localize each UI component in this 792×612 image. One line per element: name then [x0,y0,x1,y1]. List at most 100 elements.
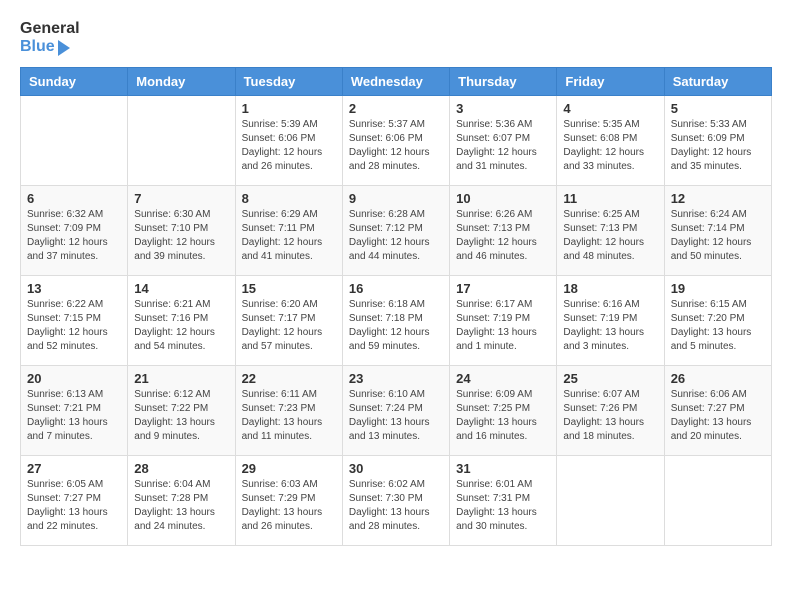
day-number: 10 [456,191,550,206]
day-of-week-header: Monday [128,67,235,95]
calendar-cell: 17Sunrise: 6:17 AM Sunset: 7:19 PM Dayli… [450,275,557,365]
calendar-cell: 25 Sunrise: 6:07 AM Sunset: 7:26 PM Dayli… [557,365,664,455]
logo-general-text: General [20,20,80,38]
day-info: Sunrise: 5:33 AM Sunset: 6:09 PM Dayligh… [671,118,765,174]
day-info: Sunrise: 6:06 AM Sunset: 7:27 PM Dayligh… [671,388,765,444]
day-info: Sunrise: 6:02 AM Sunset: 7:30 PM Dayligh… [349,478,443,534]
day-number: 16 [349,281,443,296]
day-info: Sunrise: 6:24 AM Sunset: 7:14 PM Dayligh… [671,208,765,264]
day-number: 20 [27,371,121,386]
day-of-week-header: Sunday [21,67,128,95]
day-of-week-header: Saturday [664,67,771,95]
calendar-cell: 29 Sunrise: 6:03 AM Sunset: 7:29 PM Dayli… [235,455,342,545]
day-number: 7 [134,191,228,206]
day-of-week-header: Wednesday [342,67,449,95]
calendar-week-row: 27 Sunrise: 6:05 AM Sunset: 7:27 PM Dayli… [21,455,772,545]
day-info: Sunrise: 6:18 AM Sunset: 7:18 PM Dayligh… [349,298,443,354]
day-number: 18 [563,281,657,296]
calendar-cell: 31 Sunrise: 6:01 AM Sunset: 7:31 PM Dayli… [450,455,557,545]
day-number: 13 [27,281,121,296]
day-number: 4 [563,101,657,116]
day-info: Sunrise: 6:15 AM Sunset: 7:20 PM Dayligh… [671,298,765,354]
day-number: 6 [27,191,121,206]
day-info: Sunrise: 6:25 AM Sunset: 7:13 PM Dayligh… [563,208,657,264]
calendar-table: SundayMondayTuesdayWednesdayThursdayFrid… [20,67,772,546]
day-info: Sunrise: 6:29 AM Sunset: 7:11 PM Dayligh… [242,208,336,264]
day-number: 30 [349,461,443,476]
day-info: Sunrise: 6:05 AM Sunset: 7:27 PM Dayligh… [27,478,121,534]
calendar-cell: 13 Sunrise: 6:22 AM Sunset: 7:15 PM Dayli… [21,275,128,365]
calendar-cell: 2Sunrise: 5:37 AM Sunset: 6:06 PM Daylig… [342,95,449,185]
day-info: Sunrise: 6:28 AM Sunset: 7:12 PM Dayligh… [349,208,443,264]
day-number: 29 [242,461,336,476]
calendar-cell: 5 Sunrise: 5:33 AM Sunset: 6:09 PM Daylig… [664,95,771,185]
calendar-cell: 6 Sunrise: 6:32 AM Sunset: 7:09 PM Daylig… [21,185,128,275]
day-number: 27 [27,461,121,476]
day-number: 9 [349,191,443,206]
logo: General Blue [20,20,80,57]
calendar-cell: 8 Sunrise: 6:29 AM Sunset: 7:11 PM Daylig… [235,185,342,275]
day-info: Sunrise: 6:01 AM Sunset: 7:31 PM Dayligh… [456,478,550,534]
calendar-header-row: SundayMondayTuesdayWednesdayThursdayFrid… [21,67,772,95]
logo-blue-text: Blue [20,38,80,56]
day-number: 12 [671,191,765,206]
calendar-cell [21,95,128,185]
day-number: 5 [671,101,765,116]
logo-triangle-icon [58,40,70,56]
calendar-cell: 16 Sunrise: 6:18 AM Sunset: 7:18 PM Dayli… [342,275,449,365]
day-info: Sunrise: 6:04 AM Sunset: 7:28 PM Dayligh… [134,478,228,534]
calendar-cell: 28 Sunrise: 6:04 AM Sunset: 7:28 PM Dayli… [128,455,235,545]
day-number: 21 [134,371,228,386]
day-info: Sunrise: 6:26 AM Sunset: 7:13 PM Dayligh… [456,208,550,264]
day-of-week-header: Friday [557,67,664,95]
logo-words: General Blue [20,20,80,57]
day-number: 15 [242,281,336,296]
day-number: 31 [456,461,550,476]
day-number: 22 [242,371,336,386]
calendar-cell [128,95,235,185]
day-info: Sunrise: 5:35 AM Sunset: 6:08 PM Dayligh… [563,118,657,174]
calendar-week-row: 1 Sunrise: 5:39 AM Sunset: 6:06 PM Daylig… [21,95,772,185]
calendar-cell [557,455,664,545]
day-info: Sunrise: 6:09 AM Sunset: 7:25 PM Dayligh… [456,388,550,444]
day-number: 25 [563,371,657,386]
calendar-cell: 21 Sunrise: 6:12 AM Sunset: 7:22 PM Dayli… [128,365,235,455]
calendar-cell: 11Sunrise: 6:25 AM Sunset: 7:13 PM Dayli… [557,185,664,275]
day-number: 14 [134,281,228,296]
calendar-cell: 7 Sunrise: 6:30 AM Sunset: 7:10 PM Daylig… [128,185,235,275]
day-number: 1 [242,101,336,116]
day-number: 17 [456,281,550,296]
day-number: 28 [134,461,228,476]
calendar-cell: 18 Sunrise: 6:16 AM Sunset: 7:19 PM Dayli… [557,275,664,365]
calendar-cell: 23 Sunrise: 6:10 AM Sunset: 7:24 PM Dayli… [342,365,449,455]
calendar-cell: 14Sunrise: 6:21 AM Sunset: 7:16 PM Dayli… [128,275,235,365]
calendar-cell: 15Sunrise: 6:20 AM Sunset: 7:17 PM Dayli… [235,275,342,365]
day-number: 24 [456,371,550,386]
day-info: Sunrise: 6:30 AM Sunset: 7:10 PM Dayligh… [134,208,228,264]
day-of-week-header: Tuesday [235,67,342,95]
day-info: Sunrise: 6:22 AM Sunset: 7:15 PM Dayligh… [27,298,121,354]
day-info: Sunrise: 6:03 AM Sunset: 7:29 PM Dayligh… [242,478,336,534]
page-header: General Blue [20,20,772,57]
calendar-cell: 30 Sunrise: 6:02 AM Sunset: 7:30 PM Dayli… [342,455,449,545]
calendar-cell: 3Sunrise: 5:36 AM Sunset: 6:07 PM Daylig… [450,95,557,185]
day-number: 23 [349,371,443,386]
day-info: Sunrise: 6:12 AM Sunset: 7:22 PM Dayligh… [134,388,228,444]
calendar-cell: 27 Sunrise: 6:05 AM Sunset: 7:27 PM Dayli… [21,455,128,545]
day-info: Sunrise: 6:07 AM Sunset: 7:26 PM Dayligh… [563,388,657,444]
day-number: 8 [242,191,336,206]
day-info: Sunrise: 5:36 AM Sunset: 6:07 PM Dayligh… [456,118,550,174]
day-info: Sunrise: 6:32 AM Sunset: 7:09 PM Dayligh… [27,208,121,264]
calendar-cell: 19Sunrise: 6:15 AM Sunset: 7:20 PM Dayli… [664,275,771,365]
calendar-cell: 24 Sunrise: 6:09 AM Sunset: 7:25 PM Dayli… [450,365,557,455]
calendar-cell: 9 Sunrise: 6:28 AM Sunset: 7:12 PM Daylig… [342,185,449,275]
calendar-week-row: 13 Sunrise: 6:22 AM Sunset: 7:15 PM Dayli… [21,275,772,365]
day-info: Sunrise: 6:13 AM Sunset: 7:21 PM Dayligh… [27,388,121,444]
calendar-cell [664,455,771,545]
day-info: Sunrise: 6:10 AM Sunset: 7:24 PM Dayligh… [349,388,443,444]
day-info: Sunrise: 5:39 AM Sunset: 6:06 PM Dayligh… [242,118,336,174]
day-info: Sunrise: 6:16 AM Sunset: 7:19 PM Dayligh… [563,298,657,354]
day-number: 26 [671,371,765,386]
calendar-cell: 12 Sunrise: 6:24 AM Sunset: 7:14 PM Dayli… [664,185,771,275]
calendar-cell: 26 Sunrise: 6:06 AM Sunset: 7:27 PM Dayli… [664,365,771,455]
